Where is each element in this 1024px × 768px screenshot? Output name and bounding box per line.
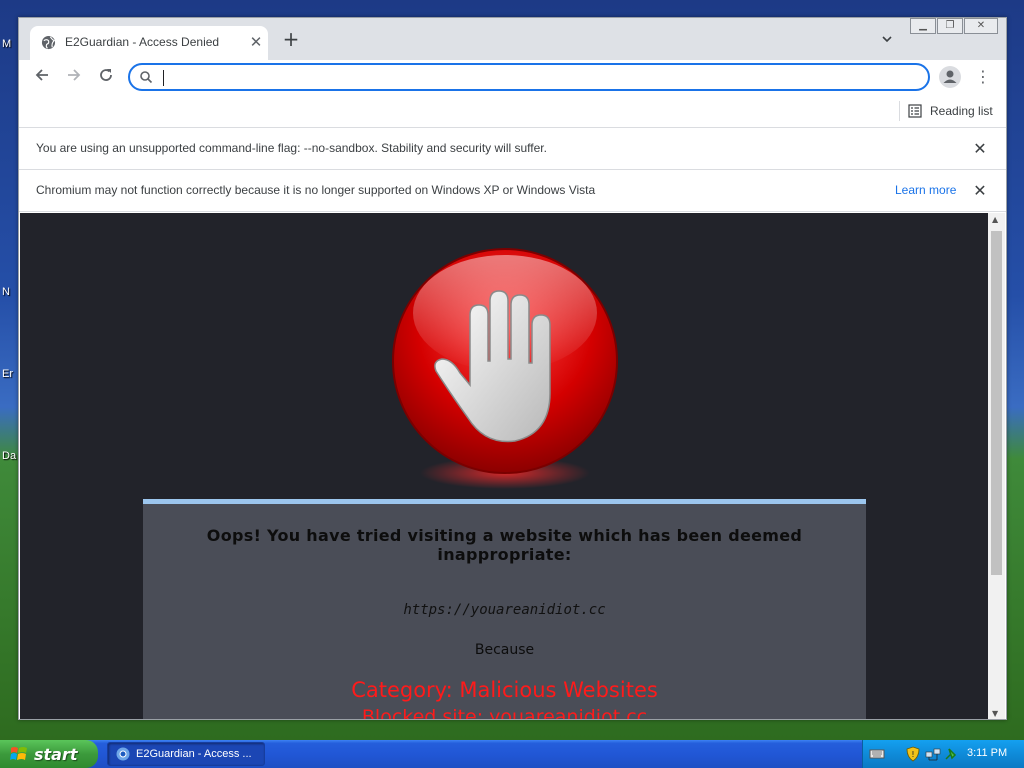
profile-avatar[interactable] bbox=[939, 66, 961, 88]
taskbar-item-label: E2Guardian - Access ... bbox=[136, 748, 252, 760]
back-button[interactable] bbox=[31, 67, 53, 89]
safely-remove-hardware-icon[interactable] bbox=[943, 746, 959, 762]
close-icon[interactable]: ✕ bbox=[971, 182, 989, 200]
toolbar: ⋮ bbox=[19, 60, 1006, 96]
reading-list-label: Reading list bbox=[930, 104, 993, 118]
address-input[interactable] bbox=[162, 68, 902, 88]
system-tray: ! 3:11 PM bbox=[862, 740, 1024, 768]
browser-window: E2Guardian - Access Denied ✕ + ▁ ❐ ✕ ⋮ R… bbox=[18, 17, 1007, 720]
title-bar: E2Guardian - Access Denied ✕ + ▁ ❐ ✕ bbox=[19, 18, 1006, 60]
restore-button[interactable]: ❐ bbox=[937, 18, 963, 34]
scroll-down-arrow-icon[interactable]: ▼ bbox=[992, 709, 998, 718]
divider bbox=[899, 101, 900, 121]
svg-text:!: ! bbox=[911, 750, 914, 759]
start-button[interactable]: start bbox=[0, 740, 98, 768]
arrow-left-icon bbox=[35, 69, 48, 81]
vertical-scrollbar[interactable]: ▲ ▼ bbox=[988, 213, 1005, 719]
tab-search-chevron-icon[interactable] bbox=[879, 33, 895, 49]
block-category: Category: Malicious Websites bbox=[351, 678, 658, 702]
block-heading: Oops! You have tried visiting a website … bbox=[206, 526, 803, 564]
close-window-button[interactable]: ✕ bbox=[964, 18, 998, 34]
keyboard-icon[interactable] bbox=[869, 746, 885, 762]
person-icon bbox=[943, 70, 957, 83]
page-content: Oops! You have tried visiting a website … bbox=[20, 213, 988, 720]
infobar-text: Chromium may not function correctly beca… bbox=[36, 183, 596, 197]
stop-hand-icon bbox=[392, 248, 618, 489]
security-shield-icon[interactable]: ! bbox=[905, 746, 921, 762]
desktop-icon-label[interactable]: Da bbox=[2, 450, 16, 462]
reload-button[interactable] bbox=[95, 67, 117, 89]
network-icon[interactable] bbox=[925, 746, 941, 762]
desktop-icon-label[interactable]: N bbox=[2, 286, 10, 298]
clock[interactable]: 3:11 PM bbox=[967, 747, 1007, 759]
infobar-unsupported-os: Chromium may not function correctly beca… bbox=[19, 170, 1006, 212]
new-tab-button[interactable]: + bbox=[281, 29, 301, 50]
blocked-site: Blocked site: youareanidiot.cc bbox=[361, 706, 648, 720]
desktop-icon-label[interactable]: M bbox=[2, 38, 11, 50]
text-caret bbox=[163, 70, 164, 86]
address-bar[interactable] bbox=[128, 63, 930, 91]
globe-icon bbox=[41, 35, 56, 50]
chevron-down-icon bbox=[882, 36, 892, 43]
because-label: Because bbox=[474, 642, 535, 658]
taskbar-item-browser[interactable]: E2Guardian - Access ... bbox=[107, 742, 265, 766]
bookmark-bar: Reading list bbox=[19, 96, 1006, 128]
chromium-icon bbox=[116, 747, 130, 761]
arrow-right-icon bbox=[68, 69, 81, 81]
taskbar: start E2Guardian - Access ... ! 3:11 PM bbox=[0, 740, 1024, 768]
kebab-menu-icon[interactable]: ⋮ bbox=[973, 66, 993, 88]
reading-list-icon bbox=[908, 104, 922, 118]
tab-close-icon[interactable]: ✕ bbox=[246, 32, 266, 52]
reload-icon bbox=[100, 69, 112, 81]
infobar-text: You are using an unsupported command-lin… bbox=[36, 141, 547, 155]
forward-button[interactable] bbox=[63, 67, 85, 89]
block-message-panel: Oops! You have tried visiting a website … bbox=[143, 499, 866, 720]
windows-logo-icon bbox=[10, 747, 27, 760]
minimize-button[interactable]: ▁ bbox=[910, 18, 936, 34]
reading-list-button[interactable]: Reading list bbox=[908, 102, 993, 120]
scroll-up-arrow-icon[interactable]: ▲ bbox=[992, 215, 998, 224]
blocked-url: https://youareanidiot.cc bbox=[403, 602, 606, 618]
tab-active[interactable]: E2Guardian - Access Denied ✕ bbox=[30, 26, 268, 60]
start-label: start bbox=[34, 744, 78, 764]
close-icon[interactable]: ✕ bbox=[971, 140, 989, 158]
tab-title: E2Guardian - Access Denied bbox=[65, 35, 220, 49]
scroll-thumb[interactable] bbox=[991, 231, 1002, 575]
learn-more-link[interactable]: Learn more bbox=[895, 183, 956, 197]
search-icon bbox=[140, 71, 153, 84]
infobar-sandbox-warning: You are using an unsupported command-lin… bbox=[19, 128, 1006, 170]
desktop-icon-label[interactable]: Er bbox=[2, 368, 13, 380]
